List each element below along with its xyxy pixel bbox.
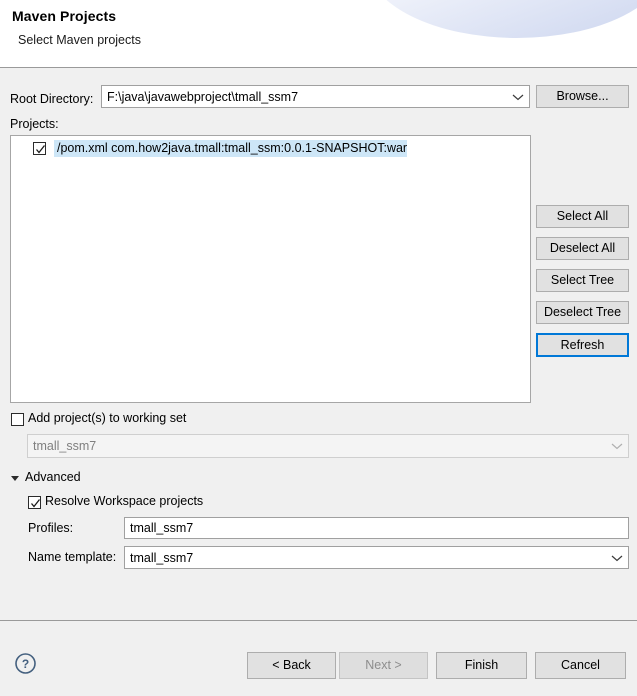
- browse-button[interactable]: Browse...: [536, 85, 629, 108]
- root-directory-combo[interactable]: F:\java\javawebproject\tmall_ssm7: [101, 85, 530, 108]
- projects-label: Projects:: [10, 117, 59, 131]
- list-item[interactable]: /pom.xml com.how2java.tmall:tmall_ssm:0.…: [11, 139, 530, 158]
- root-directory-label: Root Directory:: [10, 92, 94, 106]
- wizard-header: Maven Projects Select Maven projects: [0, 0, 637, 68]
- working-set-checkbox[interactable]: [11, 413, 24, 426]
- chevron-down-icon[interactable]: [507, 93, 529, 101]
- select-tree-button[interactable]: Select Tree: [536, 269, 629, 292]
- working-set-value: tmall_ssm7: [33, 439, 97, 453]
- deselect-all-button[interactable]: Deselect All: [536, 237, 629, 260]
- projects-list[interactable]: /pom.xml com.how2java.tmall:tmall_ssm:0.…: [10, 135, 531, 403]
- resolve-workspace-label: Resolve Workspace projects: [45, 494, 204, 508]
- help-circle-icon[interactable]: ?: [14, 652, 37, 675]
- profiles-label: Profiles:: [28, 521, 74, 535]
- project-checkbox[interactable]: [33, 142, 46, 155]
- back-button[interactable]: < Back: [247, 652, 336, 679]
- header-decoration-swoosh: [367, 0, 637, 38]
- name-template-combo[interactable]: tmall_ssm7: [124, 546, 629, 569]
- wizard-body: Root Directory: F:\java\javawebproject\t…: [0, 69, 637, 620]
- working-set-label: Add project(s) to working set: [28, 411, 187, 425]
- name-template-value: tmall_ssm7: [130, 550, 194, 565]
- svg-text:?: ?: [22, 657, 29, 671]
- advanced-expander-triangle-icon[interactable]: [11, 476, 19, 481]
- finish-button[interactable]: Finish: [436, 652, 527, 679]
- deselect-tree-button[interactable]: Deselect Tree: [536, 301, 629, 324]
- next-button: Next >: [339, 652, 428, 679]
- refresh-button[interactable]: Refresh: [536, 333, 629, 357]
- page-subtitle: Select Maven projects: [18, 33, 141, 47]
- project-label: /pom.xml com.how2java.tmall:tmall_ssm:0.…: [54, 140, 408, 157]
- chevron-down-icon: [606, 442, 628, 450]
- profiles-input[interactable]: tmall_ssm7: [124, 517, 629, 539]
- resolve-workspace-checkbox[interactable]: [28, 496, 41, 509]
- root-directory-value: F:\java\javawebproject\tmall_ssm7: [107, 89, 299, 104]
- working-set-combo: tmall_ssm7: [27, 434, 629, 458]
- chevron-down-icon[interactable]: [606, 554, 628, 562]
- page-title: Maven Projects: [12, 8, 117, 24]
- cancel-button[interactable]: Cancel: [535, 652, 626, 679]
- name-template-label: Name template:: [28, 550, 117, 564]
- advanced-section-label[interactable]: Advanced: [25, 470, 81, 484]
- select-all-button[interactable]: Select All: [536, 205, 629, 228]
